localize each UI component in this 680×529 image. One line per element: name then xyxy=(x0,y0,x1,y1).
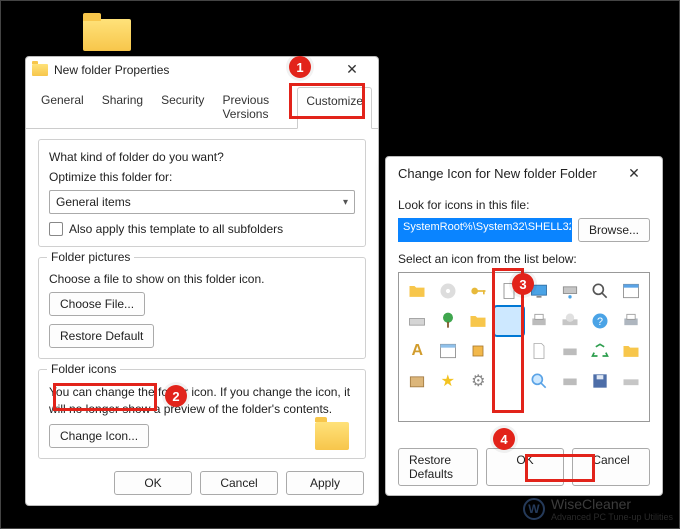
icon-printer[interactable] xyxy=(525,307,554,335)
icon-star[interactable]: ★ xyxy=(434,367,463,395)
icon-window2[interactable] xyxy=(434,337,463,365)
icon-folder2[interactable] xyxy=(617,337,646,365)
properties-title: New folder Properties xyxy=(54,63,169,77)
section-folder-kind: What kind of folder do you want? Optimiz… xyxy=(38,139,366,247)
icon-drive-net[interactable] xyxy=(556,277,585,305)
icon-folder-yellow[interactable] xyxy=(464,307,493,335)
icon-floppy[interactable] xyxy=(586,367,615,395)
tab-general[interactable]: General xyxy=(32,86,93,128)
icon-doc[interactable] xyxy=(525,337,554,365)
section-folder-icons: Folder icons You can change the folder i… xyxy=(38,369,366,459)
icon-blank[interactable] xyxy=(495,337,524,365)
icon-blank-selected[interactable] xyxy=(495,307,524,335)
close-icon[interactable]: ✕ xyxy=(614,165,654,182)
icon-search[interactable] xyxy=(586,277,615,305)
properties-tabs: General Sharing Security Previous Versio… xyxy=(26,86,378,129)
section-folder-pictures: Folder pictures Choose a file to show on… xyxy=(38,257,366,359)
tab-sharing[interactable]: Sharing xyxy=(93,86,152,128)
desktop-folder-icon[interactable] xyxy=(83,13,131,51)
folder-icon xyxy=(83,19,131,51)
icon-disc[interactable] xyxy=(434,277,463,305)
choose-file-button[interactable]: Choose File... xyxy=(49,292,145,316)
properties-titlebar: New folder Properties ✕ xyxy=(26,57,378,82)
folder-icons-desc: You can change the folder icon. If you c… xyxy=(49,384,355,418)
cancel-button[interactable]: Cancel xyxy=(572,448,650,486)
properties-dialog: New folder Properties ✕ General Sharing … xyxy=(25,56,379,506)
icon-disc-drive[interactable] xyxy=(617,367,646,395)
apply-button[interactable]: Apply xyxy=(286,471,364,495)
tab-previous-versions[interactable]: Previous Versions xyxy=(213,86,297,128)
icon-fonts[interactable]: A xyxy=(403,337,432,365)
icon-drive-disc[interactable] xyxy=(556,307,585,335)
watermark: W WiseCleaner Advanced PC Tune-up Utilit… xyxy=(523,496,673,522)
watermark-logo-icon: W xyxy=(523,498,545,520)
icon-printer2[interactable] xyxy=(617,307,646,335)
watermark-brand: WiseCleaner xyxy=(551,496,673,512)
section-heading: What kind of folder do you want? xyxy=(49,150,355,164)
ok-button[interactable]: OK xyxy=(114,471,192,495)
icon-printer3[interactable] xyxy=(556,337,585,365)
optimize-select[interactable]: General items ▾ xyxy=(49,190,355,214)
icon-tree[interactable] xyxy=(434,307,463,335)
icon-printer4[interactable] xyxy=(556,367,585,395)
icon-help[interactable]: ? xyxy=(586,307,615,335)
cancel-button[interactable]: Cancel xyxy=(200,471,278,495)
icon-file[interactable] xyxy=(495,277,524,305)
properties-dialog-buttons: OK Cancel Apply xyxy=(114,471,364,495)
icon-list[interactable]: ? A ★ ⚙ xyxy=(398,272,650,422)
svg-text:?: ? xyxy=(597,316,603,328)
section-heading: Folder icons xyxy=(47,362,120,376)
section-heading: Folder pictures xyxy=(47,250,134,264)
tab-customize[interactable]: Customize xyxy=(297,87,372,129)
icon-folder[interactable] xyxy=(403,277,432,305)
icon-drive[interactable] xyxy=(403,307,432,335)
icon-file-path-input[interactable]: SystemRoot%\System32\SHELL32.dll xyxy=(398,218,572,242)
icon-window[interactable] xyxy=(617,277,646,305)
icon-chip[interactable] xyxy=(464,337,493,365)
icon-search2[interactable] xyxy=(525,367,554,395)
chevron-down-icon: ▾ xyxy=(343,197,348,208)
change-icon-titlebar: Change Icon for New folder Folder ✕ xyxy=(386,157,662,190)
tab-security[interactable]: Security xyxy=(152,86,213,128)
icon-key[interactable] xyxy=(464,277,493,305)
icon-recycle[interactable] xyxy=(586,337,615,365)
watermark-subtitle: Advanced PC Tune-up Utilities xyxy=(551,512,673,522)
ok-button[interactable]: OK xyxy=(486,448,564,486)
browse-button[interactable]: Browse... xyxy=(578,218,650,242)
icon-monitor[interactable] xyxy=(525,277,554,305)
folder-pictures-desc: Choose a file to show on this folder ico… xyxy=(49,272,355,286)
apply-subfolders-checkbox[interactable] xyxy=(49,222,63,236)
optimize-select-value: General items xyxy=(56,195,131,209)
folder-icon xyxy=(32,64,48,76)
change-icon-button[interactable]: Change Icon... xyxy=(49,424,149,448)
change-icon-dialog: Change Icon for New folder Folder ✕ Look… xyxy=(385,156,663,496)
look-for-icons-label: Look for icons in this file: xyxy=(398,198,650,212)
icon-gear[interactable]: ⚙ xyxy=(464,367,493,395)
restore-defaults-button[interactable]: Restore Defaults xyxy=(398,448,478,486)
select-icon-label: Select an icon from the list below: xyxy=(398,252,650,266)
optimize-label: Optimize this folder for: xyxy=(49,170,355,184)
close-icon[interactable]: ✕ xyxy=(332,61,372,78)
icon-box[interactable] xyxy=(403,367,432,395)
folder-preview-icon xyxy=(315,422,349,450)
restore-default-button[interactable]: Restore Default xyxy=(49,324,154,348)
apply-subfolders-label: Also apply this template to all subfolde… xyxy=(69,222,283,236)
change-icon-title: Change Icon for New folder Folder xyxy=(398,166,597,181)
icon-blank2[interactable] xyxy=(495,367,524,395)
